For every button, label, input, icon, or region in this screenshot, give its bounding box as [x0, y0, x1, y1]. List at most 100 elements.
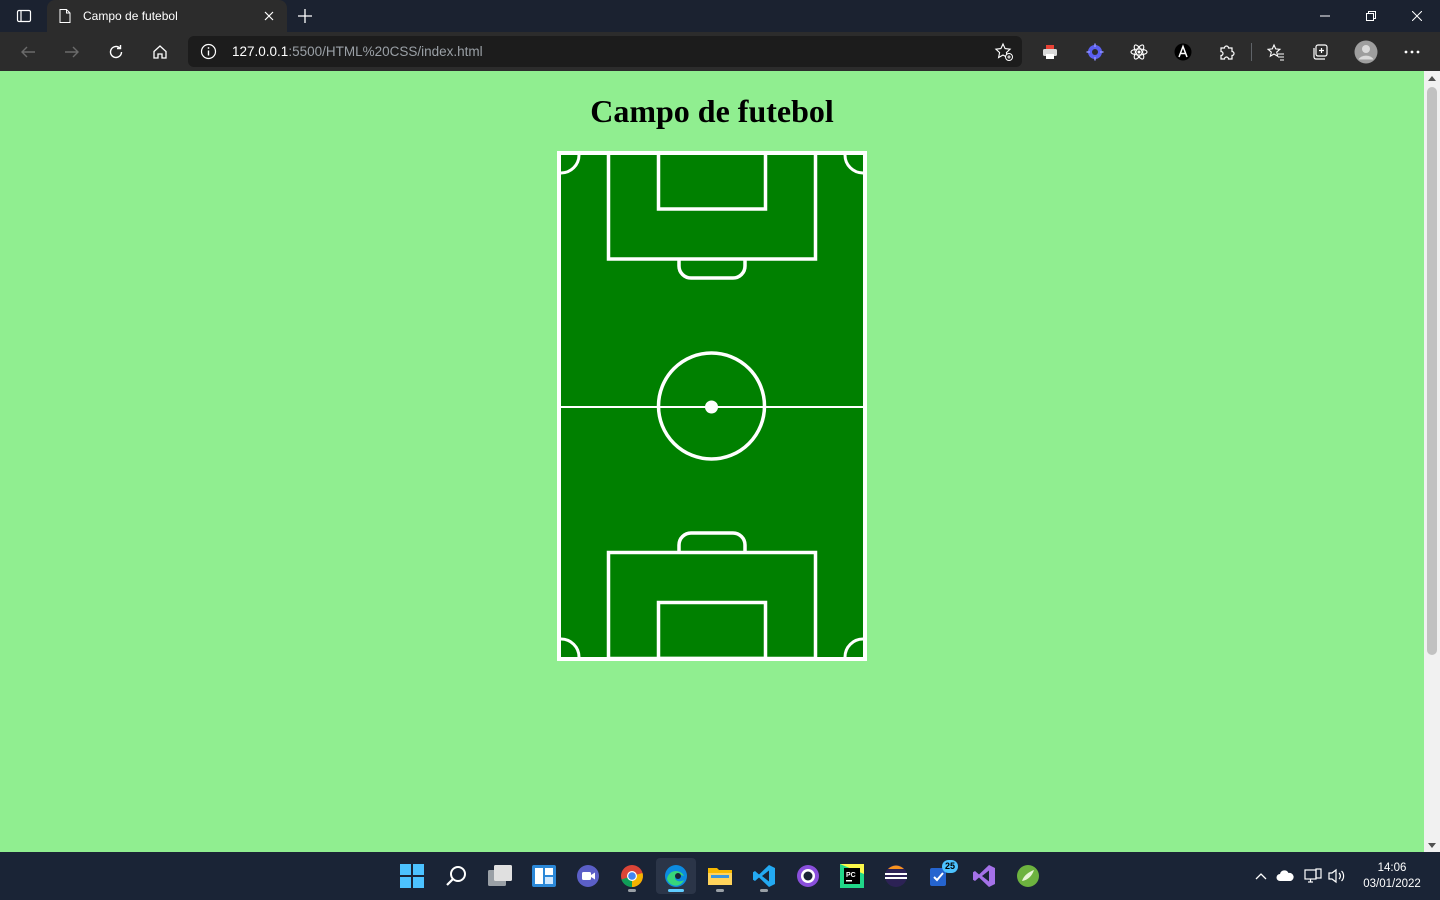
vscode-button[interactable]	[744, 858, 784, 894]
task-view-icon	[488, 865, 512, 886]
toolbar-divider	[1251, 43, 1252, 61]
tab-title: Campo de futebol	[83, 9, 178, 23]
minimize-icon	[1320, 15, 1330, 17]
github-desktop-button[interactable]	[788, 858, 828, 894]
tab-strip: Campo de futebol	[0, 0, 1440, 32]
scroll-up-button[interactable]	[1424, 71, 1440, 85]
tab-actions-button[interactable]	[8, 4, 40, 28]
chrome-button[interactable]	[612, 858, 652, 894]
teams-chat-button[interactable]	[568, 858, 608, 894]
edge-icon	[665, 865, 687, 887]
network-button[interactable]	[1303, 866, 1323, 886]
search-icon	[446, 866, 466, 886]
gear-extension-button[interactable]	[1081, 38, 1109, 66]
pycharm-icon: PC	[840, 864, 864, 888]
more-icon	[1404, 50, 1420, 54]
eclipse-button[interactable]	[876, 858, 916, 894]
blue-gear-icon	[1086, 43, 1104, 61]
address-bar[interactable]: 127.0.0.1:5500/HTML%20CSS/index.html	[188, 36, 1022, 67]
arrow-right-icon	[65, 46, 79, 58]
start-button[interactable]	[392, 858, 432, 894]
info-icon[interactable]	[200, 43, 217, 60]
close-tab-icon[interactable]	[261, 8, 277, 24]
task-view-button[interactable]	[480, 858, 520, 894]
print-extension-button[interactable]	[1036, 38, 1064, 66]
close-window-button[interactable]	[1394, 0, 1440, 32]
a-extension-button[interactable]	[1169, 38, 1197, 66]
search-button[interactable]	[436, 858, 476, 894]
page-viewport: Campo de futebol	[0, 71, 1424, 852]
speaker-icon	[1328, 868, 1345, 884]
football-pitch	[557, 151, 867, 661]
running-indicator	[760, 889, 768, 892]
minimize-button[interactable]	[1302, 0, 1348, 32]
close-icon	[1412, 11, 1422, 21]
extensions-button[interactable]	[1213, 38, 1241, 66]
react-devtools-button[interactable]	[1125, 38, 1153, 66]
scroll-down-button[interactable]	[1424, 838, 1440, 852]
eclipse-icon	[885, 865, 907, 887]
refresh-button[interactable]	[102, 38, 130, 66]
browser-tab[interactable]: Campo de futebol	[47, 0, 287, 32]
scrollbar-thumb[interactable]	[1427, 87, 1437, 655]
window-controls	[1302, 0, 1440, 32]
edge-button[interactable]	[656, 858, 696, 894]
volume-button[interactable]	[1327, 866, 1347, 886]
taskbar: PC 25 14:06 03/01/2022	[0, 852, 1440, 900]
favorites-icon	[1267, 43, 1284, 61]
start-icon	[400, 864, 424, 888]
running-indicator	[628, 889, 636, 892]
github-desktop-icon	[797, 865, 819, 887]
visual-studio-button[interactable]	[964, 858, 1004, 894]
page-title: Campo de futebol	[590, 93, 834, 129]
onedrive-button[interactable]	[1275, 866, 1295, 886]
clock-time: 14:06	[1377, 862, 1407, 874]
url-host: 127.0.0.1	[232, 44, 289, 59]
widgets-icon	[532, 865, 556, 887]
page-scrollbar[interactable]	[1424, 71, 1440, 852]
chevron-up-icon	[1255, 873, 1267, 880]
collections-button[interactable]	[1306, 38, 1334, 66]
plus-icon	[298, 9, 312, 23]
network-icon	[1304, 868, 1322, 883]
center-spot	[705, 400, 718, 414]
forward-button[interactable]	[58, 38, 86, 66]
teams-chat-icon	[577, 865, 599, 887]
running-indicator	[716, 889, 724, 892]
restore-button[interactable]	[1348, 0, 1394, 32]
todo-button[interactable]: 25	[920, 858, 960, 894]
add-favorite-icon[interactable]	[994, 42, 1014, 62]
printer-icon	[1043, 45, 1057, 59]
favorites-button[interactable]	[1262, 38, 1290, 66]
file-explorer-icon	[708, 868, 732, 885]
browser-toolbar: 127.0.0.1:5500/HTML%20CSS/index.html	[0, 32, 1440, 71]
svg-text:PC: PC	[846, 872, 856, 879]
running-indicator	[668, 889, 684, 892]
collections-icon	[1313, 44, 1328, 60]
address-url: 127.0.0.1:5500/HTML%20CSS/index.html	[232, 44, 483, 59]
taskbar-clock[interactable]: 14:06 03/01/2022	[1352, 860, 1432, 892]
restore-icon	[1366, 11, 1376, 21]
triangle-up-icon	[1428, 75, 1436, 81]
page-icon	[57, 8, 73, 24]
back-button[interactable]	[14, 38, 42, 66]
arrow-left-icon	[21, 46, 35, 58]
show-hidden-icons-button[interactable]	[1251, 866, 1271, 886]
vscode-icon	[753, 865, 775, 887]
new-tab-button[interactable]	[292, 4, 318, 28]
profile-button[interactable]	[1352, 38, 1380, 66]
notification-badge: 25	[941, 860, 958, 873]
cloud-icon	[1276, 870, 1294, 881]
more-menu-button[interactable]	[1398, 38, 1426, 66]
visual-studio-icon	[973, 865, 995, 887]
home-icon	[153, 45, 167, 59]
home-button[interactable]	[146, 38, 174, 66]
file-explorer-button[interactable]	[700, 858, 740, 894]
spring-tools-button[interactable]	[1008, 858, 1048, 894]
pycharm-button[interactable]: PC	[832, 858, 872, 894]
triangle-down-icon	[1428, 842, 1436, 848]
refresh-icon	[109, 45, 123, 59]
react-icon	[1130, 44, 1148, 60]
clock-date: 03/01/2022	[1363, 878, 1421, 890]
widgets-button[interactable]	[524, 858, 564, 894]
